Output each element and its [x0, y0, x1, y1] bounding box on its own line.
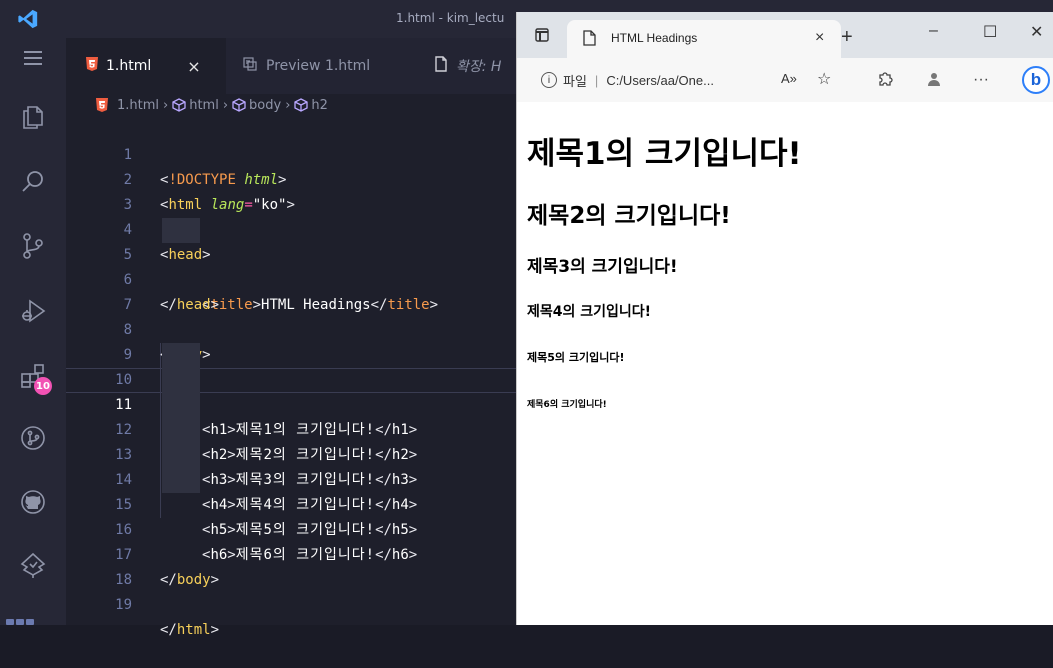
- indent-whitespace: [162, 218, 200, 243]
- code-line[interactable]: 7: [66, 268, 516, 313]
- heading-6: 제목6의 크기입니다!: [527, 400, 607, 410]
- window-title: 1.html - kim_lectu: [396, 11, 505, 25]
- html5-file-icon: [86, 57, 98, 75]
- code-line-current[interactable]: 11 <h2>제목2의 크기입니다!</h2>: [66, 368, 516, 463]
- code-line[interactable]: 19 </html>: [66, 568, 516, 638]
- address-divider: |: [594, 72, 599, 88]
- breadcrumb-item-h2[interactable]: h2: [294, 98, 328, 113]
- indent-whitespace: [162, 418, 200, 443]
- indent-whitespace: [162, 443, 200, 468]
- explorer-icon[interactable]: [16, 100, 50, 134]
- heading-4: 제목4의 크기입니다!: [527, 304, 652, 320]
- code-line[interactable]: 16: [66, 493, 516, 538]
- code-line[interactable]: 14 <h5>제목5의 크기입니다!</h5>: [66, 443, 516, 538]
- code-line[interactable]: 2 <html lang="ko">: [66, 143, 516, 213]
- new-tab-button[interactable]: +: [841, 26, 853, 49]
- breadcrumb: 1.html › html › body › h2: [96, 94, 328, 116]
- preview-icon: [242, 56, 258, 76]
- code-line[interactable]: 13 <h4>제목4의 크기입니다!</h4>: [66, 418, 516, 513]
- code-line[interactable]: 10 <h1>제목1의 크기입니다!</h1>: [66, 343, 516, 438]
- breadcrumb-item-body[interactable]: body: [232, 98, 281, 113]
- bing-copilot-icon[interactable]: b: [1022, 66, 1050, 94]
- code-line[interactable]: 1 <!DOCTYPE html>: [66, 118, 516, 188]
- heading-3: 제목3의 크기입니다!: [527, 257, 678, 277]
- breadcrumb-item-html[interactable]: html: [172, 98, 219, 113]
- address-text: C:/Users/aa/One...: [606, 72, 714, 88]
- menu-icon[interactable]: [16, 41, 50, 75]
- run-debug-icon[interactable]: [16, 294, 50, 328]
- editor-tab-bar: 1.html × Preview 1.html 확장: H: [66, 38, 516, 94]
- code-line[interactable]: 3: [66, 168, 516, 213]
- indent-whitespace: [162, 343, 200, 368]
- browser-window: HTML Headings × + – ☐ ✕ i 파일 | C:/Users/…: [516, 12, 1053, 625]
- element-cube-icon: [172, 98, 186, 112]
- favorite-star-icon[interactable]: ☆: [817, 69, 831, 89]
- code-line[interactable]: 17 </body>: [66, 518, 516, 588]
- code-line[interactable]: 9: [66, 318, 516, 363]
- browser-tab-close-button[interactable]: ×: [815, 29, 824, 47]
- tab-close-button[interactable]: ×: [187, 57, 200, 76]
- code-line[interactable]: 6 </head>: [66, 243, 516, 313]
- code-line[interactable]: 15 <h6>제목6의 크기입니다!</h6>: [66, 468, 516, 563]
- tree-icon[interactable]: [16, 548, 50, 582]
- code-line[interactable]: 8 <body>: [66, 293, 516, 363]
- tab-preview-1-html[interactable]: Preview 1.html: [226, 38, 426, 94]
- element-cube-icon: [294, 98, 309, 112]
- heading-5: 제목5의 크기입니다!: [527, 351, 625, 364]
- file-icon: [434, 56, 448, 76]
- tab-extension[interactable]: 확장: H: [426, 38, 516, 94]
- code-line[interactable]: 18: [66, 543, 516, 588]
- activity-bar: 10: [0, 38, 66, 625]
- breadcrumb-chevron-icon: ›: [163, 97, 169, 113]
- extensions-icon[interactable]: 10: [16, 359, 52, 395]
- git-graph-icon[interactable]: [16, 421, 50, 455]
- code-line[interactable]: 5 <title>HTML Headings</title>: [66, 218, 516, 313]
- accounts-icon[interactable]: [6, 610, 38, 625]
- tab-label: 확장: H: [456, 59, 502, 75]
- extensions-badge: 10: [34, 377, 52, 395]
- address-bar[interactable]: i 파일 | C:/Users/aa/One... A» ☆: [529, 64, 847, 96]
- info-icon[interactable]: i: [541, 72, 557, 88]
- address-toolbar: i 파일 | C:/Users/aa/One... A» ☆ ··· b: [517, 58, 1053, 103]
- browser-tab-title: HTML Headings: [611, 31, 698, 45]
- html5-file-icon: [96, 98, 108, 112]
- address-scheme: 파일: [563, 73, 587, 89]
- code-line[interactable]: 4 <head>: [66, 193, 516, 263]
- profile-icon[interactable]: [927, 71, 941, 92]
- close-window-button[interactable]: ✕: [1030, 22, 1043, 42]
- source-control-icon[interactable]: [16, 229, 50, 263]
- vscode-logo-icon[interactable]: [0, 0, 56, 38]
- search-icon[interactable]: [16, 165, 50, 199]
- indent-whitespace: [162, 468, 200, 493]
- breadcrumb-chevron-icon: ›: [222, 97, 229, 113]
- browser-tab-strip: HTML Headings × + – ☐ ✕: [517, 12, 1053, 58]
- heading-2: 제목2의 크기입니다!: [527, 203, 731, 229]
- heading-1: 제목1의 크기입니다!: [527, 136, 802, 172]
- tab-actions-icon[interactable]: [535, 28, 549, 47]
- indent-whitespace: [162, 368, 200, 393]
- element-cube-icon: [232, 98, 246, 112]
- read-aloud-icon[interactable]: A»: [781, 71, 797, 86]
- breadcrumb-chevron-icon: ›: [285, 97, 291, 113]
- breadcrumb-item-file[interactable]: 1.html: [96, 98, 159, 113]
- page-icon: [583, 30, 596, 51]
- github-icon[interactable]: [16, 485, 50, 519]
- indent-whitespace: [162, 393, 200, 418]
- tab-1-html[interactable]: 1.html ×: [66, 38, 226, 94]
- page-content: 제목1의 크기입니다! 제목2의 크기입니다! 제목3의 크기입니다! 제목4의…: [517, 102, 1053, 625]
- extensions-puzzle-icon[interactable]: [877, 71, 893, 92]
- maximize-button[interactable]: ☐: [983, 22, 997, 42]
- code-line[interactable]: 12 <h3>제목3의 크기입니다!</h3>: [66, 393, 516, 488]
- code-editor[interactable]: 1 <!DOCTYPE html> 2 <html lang="ko"> 3 4…: [66, 118, 516, 638]
- tab-label: Preview 1.html: [266, 58, 371, 74]
- browser-tab[interactable]: HTML Headings ×: [567, 20, 841, 58]
- minimize-button[interactable]: –: [929, 22, 938, 40]
- more-menu-button[interactable]: ···: [973, 71, 989, 89]
- tab-label: 1.html: [106, 58, 152, 74]
